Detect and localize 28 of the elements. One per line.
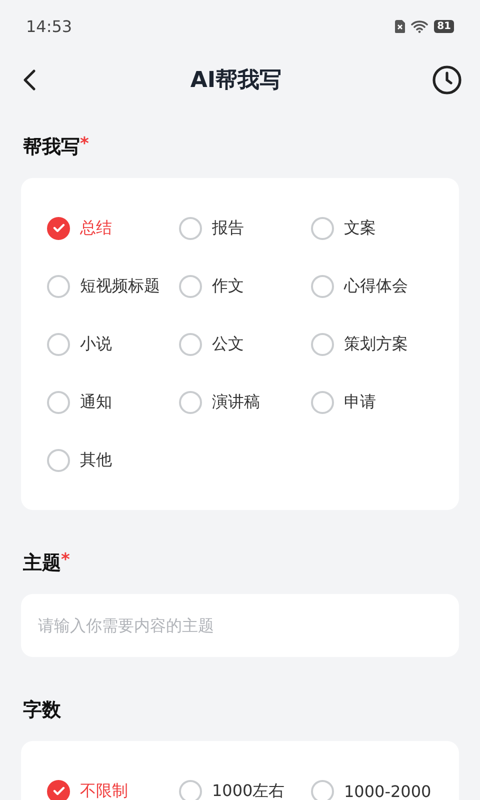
option-radio[interactable]: 申请 <box>311 390 376 414</box>
page-title: AI帮我写 <box>190 67 282 95</box>
battery-indicator: 81 <box>434 20 454 32</box>
clock-icon[interactable] <box>432 65 462 95</box>
option-radio[interactable]: 策划方案 <box>311 332 408 356</box>
option-radio[interactable]: 小说 <box>47 332 112 356</box>
option-radio[interactable]: 报告 <box>179 216 244 240</box>
option-radio[interactable]: 总结 <box>47 216 112 240</box>
sim-card-icon <box>395 20 406 32</box>
option-radio[interactable]: 1000-2000 <box>311 779 432 800</box>
section-title: 帮我写 <box>23 135 80 160</box>
section-title: 主题 <box>23 551 61 576</box>
wifi-icon <box>411 20 428 32</box>
option-radio[interactable]: 文案 <box>311 216 376 240</box>
required-mark: * <box>80 134 89 154</box>
required-mark: * <box>61 550 70 570</box>
topic-input-field[interactable]: 请输入你需要内容的主题 <box>21 594 459 657</box>
option-radio[interactable]: 演讲稿 <box>179 390 260 414</box>
option-radio[interactable]: 1000左右 <box>179 779 285 800</box>
option-radio[interactable]: 公文 <box>179 332 244 356</box>
option-radio[interactable]: 其他 <box>47 448 112 472</box>
option-radio[interactable]: 心得体会 <box>311 274 408 298</box>
option-radio[interactable]: 短视频标题 <box>47 274 160 298</box>
section-title: 字数 <box>23 698 61 723</box>
status-time: 14:53 <box>26 16 72 36</box>
option-radio[interactable]: 作文 <box>179 274 244 298</box>
option-radio[interactable]: 不限制 <box>47 779 128 800</box>
option-radio[interactable]: 通知 <box>47 390 112 414</box>
